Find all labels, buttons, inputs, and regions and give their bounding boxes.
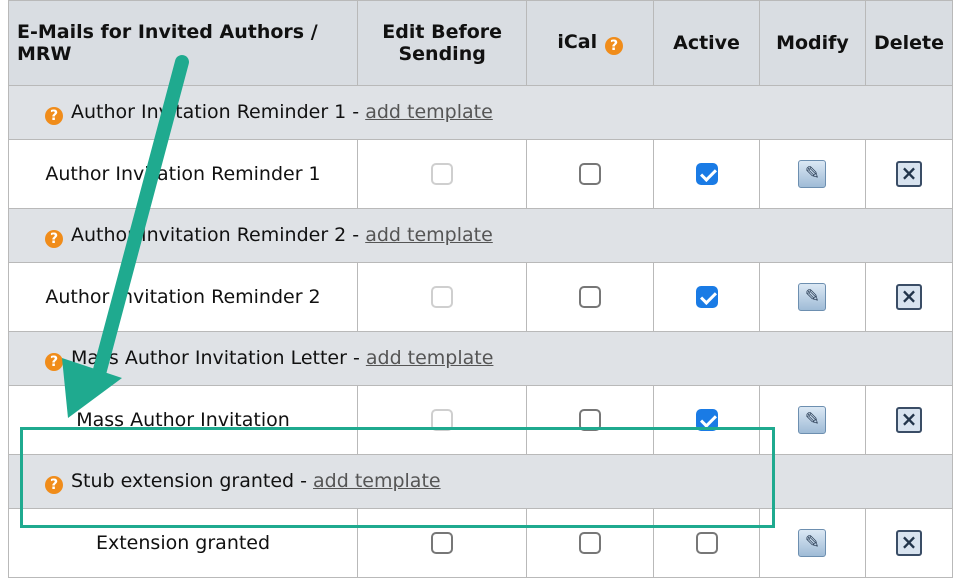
template-row: Extension granted × [7, 508, 954, 578]
group-cell: ? Mass Author Invitation Letter - add tem… [8, 331, 953, 386]
header-email-name: E-Mails for Invited Authors / MRW [7, 0, 359, 86]
active-checkbox[interactable] [695, 163, 718, 186]
edit-before-sending-checkbox [431, 409, 454, 432]
group-title: Author Invitation Reminder 2 - [71, 223, 366, 246]
template-name: Author Invitation Reminder 1 [7, 139, 359, 209]
active-checkbox[interactable] [695, 409, 718, 432]
edit-pencil-icon[interactable] [798, 160, 827, 188]
header-delete: Delete [864, 0, 954, 86]
header-ical: iCal? [526, 0, 655, 86]
group-cell: ? Author Invitation Reminder 2 - add temp… [8, 208, 953, 263]
delete-icon[interactable]: × [895, 161, 922, 187]
group-cell: ? Stub extension granted - add template [8, 454, 953, 509]
help-icon[interactable]: ? [45, 475, 63, 494]
help-icon[interactable]: ? [45, 106, 63, 125]
add-template-link[interactable]: add template [365, 101, 493, 123]
edit-pencil-icon[interactable] [798, 529, 827, 557]
delete-icon[interactable]: × [895, 530, 922, 556]
help-icon[interactable]: ? [45, 352, 63, 371]
header-edit-before-sending: Edit Before Sending [357, 0, 528, 86]
group-cell: ? Author Invitation Reminder 1 - add temp… [8, 85, 953, 140]
template-row: Mass Author Invitation × [7, 385, 954, 455]
header-active: Active [653, 0, 760, 86]
group-title: Author Invitation Reminder 1 - [71, 100, 366, 123]
email-templates-panel: E-Mails for Invited Authors / MRW Edit B… [0, 0, 957, 578]
help-icon[interactable]: ? [605, 37, 624, 55]
add-template-link[interactable]: add template [366, 347, 494, 369]
email-templates-table: E-Mails for Invited Authors / MRW Edit B… [7, 0, 954, 578]
template-name: Extension granted [7, 508, 359, 578]
group-title: Mass Author Invitation Letter - [71, 346, 366, 369]
delete-icon[interactable]: × [895, 407, 922, 433]
group-title: Stub extension granted - [71, 469, 314, 492]
template-name: Author Invitation Reminder 2 [7, 262, 359, 332]
group-row: ? Stub extension granted - add template [8, 454, 953, 509]
group-row: ? Author Invitation Reminder 2 - add temp… [8, 208, 953, 263]
active-checkbox[interactable] [695, 286, 718, 309]
delete-icon[interactable]: × [895, 284, 922, 310]
edit-before-sending-checkbox [431, 163, 454, 186]
ical-checkbox[interactable] [579, 286, 602, 309]
edit-before-sending-checkbox[interactable] [431, 532, 454, 555]
add-template-link[interactable]: add template [365, 224, 493, 246]
template-name: Mass Author Invitation [7, 385, 359, 455]
help-icon[interactable]: ? [45, 229, 63, 248]
header-ical-label: iCal [557, 31, 598, 53]
active-checkbox[interactable] [695, 532, 718, 555]
edit-before-sending-checkbox [431, 286, 454, 309]
header-modify: Modify [758, 0, 866, 86]
group-row: ? Mass Author Invitation Letter - add tem… [8, 331, 953, 386]
ical-checkbox[interactable] [579, 163, 602, 186]
edit-pencil-icon[interactable] [798, 283, 827, 311]
template-row: Author Invitation Reminder 2 × [7, 262, 954, 332]
add-template-link[interactable]: add template [313, 470, 441, 492]
ical-checkbox[interactable] [579, 532, 602, 555]
ical-checkbox[interactable] [579, 409, 602, 432]
table-header: E-Mails for Invited Authors / MRW Edit B… [7, 0, 954, 86]
edit-pencil-icon[interactable] [798, 406, 827, 434]
group-row: ? Author Invitation Reminder 1 - add temp… [8, 85, 953, 140]
template-row: Author Invitation Reminder 1 × [7, 139, 954, 209]
